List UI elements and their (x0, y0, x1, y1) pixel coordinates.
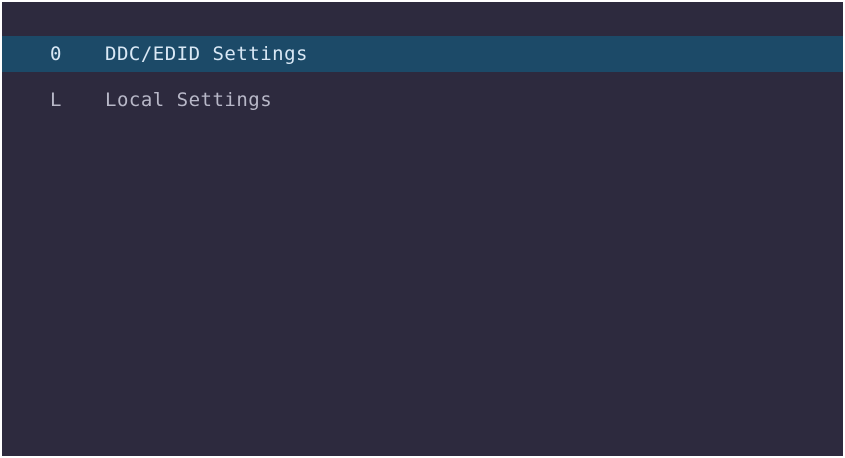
menu-item-label: DDC/EDID Settings (105, 43, 308, 65)
menu-item-label: Local Settings (105, 89, 273, 111)
osd-menu-screen: 0 DDC/EDID Settings L Local Settings (2, 2, 843, 456)
menu-item-local-settings[interactable]: L Local Settings (2, 82, 843, 118)
settings-menu: 0 DDC/EDID Settings L Local Settings (2, 36, 843, 118)
menu-item-ddc-edid-settings[interactable]: 0 DDC/EDID Settings (2, 36, 843, 72)
menu-item-hotkey: L (50, 89, 62, 111)
menu-item-hotkey: 0 (50, 43, 62, 65)
